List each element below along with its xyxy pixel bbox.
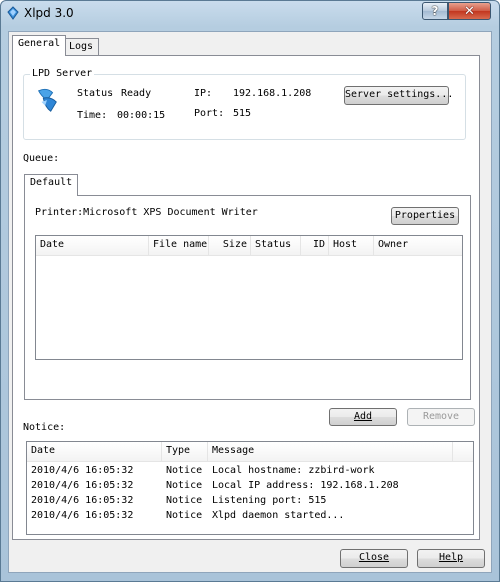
close-label: Close [358, 552, 390, 563]
notice-row-type: Notice [166, 480, 203, 491]
notice-row-message: Listening port: 515 [212, 495, 327, 506]
notice-list[interactable]: Date Type Message 2010/4/6 16:05:32 Noti… [26, 441, 474, 535]
port-label: Port: [194, 108, 225, 119]
notice-row-date: 2010/4/6 16:05:32 [31, 480, 134, 491]
ip-value: 192.168.1.208 [233, 88, 312, 99]
queue-col-status[interactable]: Status [251, 236, 301, 255]
window-title: Xlpd 3.0 [24, 6, 74, 20]
add-button[interactable]: Add [329, 408, 397, 426]
help-label: Help [438, 552, 464, 563]
properties-button[interactable]: Properties [391, 207, 459, 225]
status-label: Status [77, 88, 114, 99]
printer-label: Printer:Microsoft XPS Document Writer [35, 207, 258, 218]
app-icon [7, 6, 19, 20]
queue-col-date[interactable]: Date [36, 236, 149, 255]
ip-label: IP: [194, 88, 213, 99]
notice-label: Notice: [23, 422, 66, 433]
help-button[interactable]: Help [417, 549, 485, 568]
dialog-client-area: General Logs LPD Server Status Ready Tim… [8, 31, 492, 573]
queue-col-owner[interactable]: Owner [374, 236, 462, 255]
add-label: Add [353, 411, 373, 422]
queue-list-header: Date File name Size Status ID Host Owner [36, 236, 462, 256]
lpd-server-group: LPD Server Status Ready Time: 00:00:15 I… [23, 68, 466, 140]
help-caption-button[interactable]: ? [422, 2, 448, 20]
remove-button: Remove [407, 408, 475, 426]
notice-row-type: Notice [166, 495, 203, 506]
queue-col-filename[interactable]: File name [149, 236, 209, 255]
queue-col-host[interactable]: Host [329, 236, 374, 255]
default-queue-panel: Printer:Microsoft XPS Document Writer Pr… [24, 195, 471, 400]
port-value: 515 [233, 108, 252, 119]
close-caption-button[interactable]: ✕ [448, 2, 491, 20]
lpd-server-group-title: LPD Server [30, 68, 95, 79]
notice-row-date: 2010/4/6 16:05:32 [31, 465, 134, 476]
close-button[interactable]: Close [340, 549, 408, 568]
remove-label: Remove [422, 411, 460, 422]
notice-col-message[interactable]: Message [208, 442, 453, 461]
notice-row-message: Xlpd daemon started... [212, 510, 345, 521]
notice-list-header: Date Type Message [27, 442, 473, 462]
queue-list[interactable]: Date File name Size Status ID Host Owner [35, 235, 463, 360]
notice-row-message: Local hostname: zzbird-work [212, 465, 375, 476]
notice-row-date: 2010/4/6 16:05:32 [31, 495, 134, 506]
status-value: Ready [121, 88, 152, 99]
queue-col-size[interactable]: Size [209, 236, 251, 255]
title-bar[interactable]: Xlpd 3.0 ? ✕ [1, 1, 499, 28]
tab-general-label: General [18, 38, 61, 49]
properties-label: Properties [394, 210, 456, 221]
general-tab-panel: LPD Server Status Ready Time: 00:00:15 I… [12, 55, 480, 540]
notice-row-type: Notice [166, 510, 203, 521]
tab-logs[interactable]: Logs [63, 38, 100, 56]
tab-default-label: Default [30, 177, 73, 188]
app-window: Xlpd 3.0 ? ✕ General Logs LPD Server Sta… [0, 0, 500, 582]
server-settings-button[interactable]: Server settings... [344, 86, 453, 105]
time-label: Time: [77, 110, 108, 121]
printer-server-icon [38, 88, 57, 112]
help-icon: ? [431, 4, 439, 18]
server-settings-label: Server settings... [345, 89, 454, 100]
notice-col-type[interactable]: Type [162, 442, 208, 461]
tab-logs-label: Logs [69, 41, 94, 52]
close-icon: ✕ [464, 3, 475, 19]
tab-default-queue[interactable]: Default [24, 174, 79, 196]
notice-row-message: Local IP address: 192.168.1.208 [212, 480, 399, 491]
notice-row-date: 2010/4/6 16:05:32 [31, 510, 134, 521]
queue-col-id[interactable]: ID [301, 236, 329, 255]
queue-label: Queue: [23, 153, 60, 164]
tab-general[interactable]: General [12, 35, 67, 56]
time-value: 00:00:15 [117, 110, 166, 121]
notice-col-date[interactable]: Date [27, 442, 162, 461]
notice-row-type: Notice [166, 465, 203, 476]
